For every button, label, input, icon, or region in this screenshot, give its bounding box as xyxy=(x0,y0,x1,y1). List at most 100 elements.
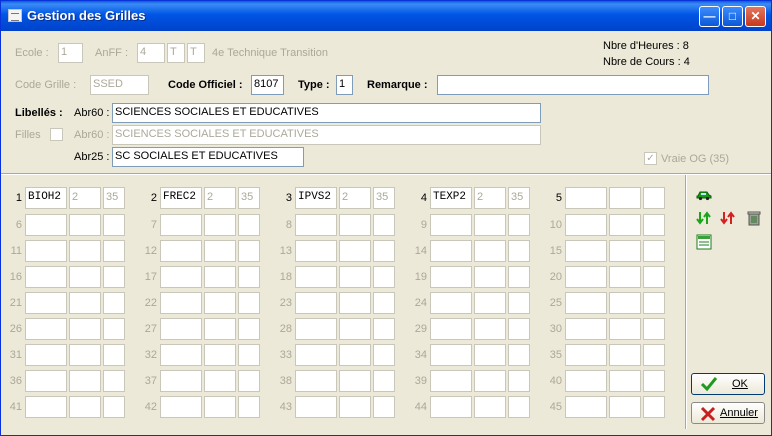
remarque-field[interactable] xyxy=(437,75,709,95)
slot-hours-field[interactable] xyxy=(339,318,371,340)
slot-period-field[interactable] xyxy=(238,292,260,314)
car-icon[interactable] xyxy=(696,186,712,202)
annuler-button[interactable]: Annuler xyxy=(691,402,765,424)
slot-code-field[interactable] xyxy=(430,266,472,288)
slot-code-field[interactable] xyxy=(25,344,67,366)
slot-period-field[interactable] xyxy=(643,240,665,262)
slot-hours-field[interactable]: 2 xyxy=(474,187,506,209)
slot-period-field[interactable] xyxy=(508,240,530,262)
slot-hours-field[interactable] xyxy=(204,318,236,340)
slot-period-field[interactable] xyxy=(643,344,665,366)
move-down-up-icon[interactable] xyxy=(696,210,712,226)
abr25-field[interactable]: SC SOCIALES ET EDUCATIVES xyxy=(112,147,304,167)
filles-checkbox[interactable] xyxy=(50,128,63,141)
title-bar[interactable]: Gestion des Grilles — □ ✕ xyxy=(1,1,771,31)
slot-hours-field[interactable] xyxy=(609,266,641,288)
slot-hours-field[interactable] xyxy=(339,214,371,236)
slot-period-field[interactable] xyxy=(508,266,530,288)
abr60-field[interactable]: SCIENCES SOCIALES ET EDUCATIVES xyxy=(112,103,541,123)
slot-code-field[interactable] xyxy=(295,266,337,288)
slot-hours-field[interactable] xyxy=(474,344,506,366)
slot-code-field[interactable]: FREC2 xyxy=(160,187,202,209)
slot-hours-field[interactable]: 2 xyxy=(204,187,236,209)
slot-code-field[interactable] xyxy=(565,344,607,366)
slot-code-field[interactable] xyxy=(160,266,202,288)
slot-code-field[interactable] xyxy=(430,396,472,418)
type-field[interactable]: 1 xyxy=(336,75,353,95)
slot-period-field[interactable] xyxy=(508,396,530,418)
slot-hours-field[interactable] xyxy=(609,396,641,418)
vraie-og-checkbox[interactable]: ✓ xyxy=(644,152,657,165)
slot-period-field[interactable] xyxy=(103,370,125,392)
slot-code-field[interactable] xyxy=(295,396,337,418)
slot-period-field[interactable] xyxy=(373,214,395,236)
slot-hours-field[interactable] xyxy=(474,370,506,392)
slot-period-field[interactable]: 35 xyxy=(508,187,530,209)
slot-hours-field[interactable] xyxy=(69,292,101,314)
slot-period-field[interactable] xyxy=(373,266,395,288)
slot-period-field[interactable] xyxy=(103,266,125,288)
slot-hours-field[interactable] xyxy=(609,214,641,236)
slot-period-field[interactable] xyxy=(373,318,395,340)
slot-hours-field[interactable] xyxy=(609,187,641,209)
slot-code-field[interactable] xyxy=(565,292,607,314)
slot-code-field[interactable] xyxy=(430,292,472,314)
anff-t1-field[interactable]: T xyxy=(167,43,185,63)
slot-hours-field[interactable] xyxy=(69,214,101,236)
slot-code-field[interactable] xyxy=(160,318,202,340)
slot-period-field[interactable] xyxy=(643,396,665,418)
minimize-button[interactable]: — xyxy=(699,6,720,27)
slot-period-field[interactable] xyxy=(238,318,260,340)
slot-code-field[interactable] xyxy=(160,396,202,418)
slot-period-field[interactable] xyxy=(103,292,125,314)
slot-code-field[interactable] xyxy=(25,396,67,418)
slot-period-field[interactable] xyxy=(103,318,125,340)
slot-period-field[interactable]: 35 xyxy=(238,187,260,209)
slot-period-field[interactable] xyxy=(373,344,395,366)
slot-hours-field[interactable] xyxy=(474,292,506,314)
slot-period-field[interactable] xyxy=(373,240,395,262)
anff-t2-field[interactable]: T xyxy=(187,43,205,63)
slot-hours-field[interactable] xyxy=(69,396,101,418)
slot-period-field[interactable] xyxy=(373,396,395,418)
slot-period-field[interactable] xyxy=(238,370,260,392)
code-grille-field[interactable]: SSED xyxy=(90,75,149,95)
slot-code-field[interactable] xyxy=(295,214,337,236)
slot-hours-field[interactable] xyxy=(339,240,371,262)
slot-hours-field[interactable] xyxy=(474,240,506,262)
slot-hours-field[interactable] xyxy=(339,396,371,418)
recycle-bin-icon[interactable] xyxy=(746,210,762,226)
slot-code-field[interactable] xyxy=(295,292,337,314)
slot-code-field[interactable] xyxy=(160,370,202,392)
slot-code-field[interactable] xyxy=(565,396,607,418)
slot-hours-field[interactable]: 2 xyxy=(339,187,371,209)
slot-period-field[interactable] xyxy=(508,344,530,366)
slot-hours-field[interactable] xyxy=(339,292,371,314)
slot-period-field[interactable] xyxy=(238,266,260,288)
slot-code-field[interactable] xyxy=(565,370,607,392)
slot-period-field[interactable] xyxy=(103,240,125,262)
slot-period-field[interactable] xyxy=(643,318,665,340)
ecole-field[interactable]: 1 xyxy=(58,43,83,63)
slot-code-field[interactable] xyxy=(160,240,202,262)
slot-code-field[interactable] xyxy=(430,370,472,392)
slot-period-field[interactable] xyxy=(373,292,395,314)
slot-hours-field[interactable] xyxy=(204,292,236,314)
slot-code-field[interactable] xyxy=(565,266,607,288)
slot-code-field[interactable] xyxy=(430,344,472,366)
slot-period-field[interactable] xyxy=(643,292,665,314)
slot-hours-field[interactable] xyxy=(69,266,101,288)
close-button[interactable]: ✕ xyxy=(745,6,766,27)
slot-period-field[interactable] xyxy=(103,344,125,366)
slot-code-field[interactable] xyxy=(565,187,607,209)
anff-field[interactable]: 4 xyxy=(137,43,165,63)
abr60-filles-field[interactable]: SCIENCES SOCIALES ET EDUCATIVES xyxy=(112,125,541,145)
slot-hours-field[interactable] xyxy=(609,370,641,392)
slot-hours-field[interactable] xyxy=(204,214,236,236)
slot-period-field[interactable] xyxy=(643,187,665,209)
list-icon[interactable] xyxy=(696,234,712,250)
slot-hours-field[interactable] xyxy=(609,240,641,262)
slot-hours-field[interactable] xyxy=(204,396,236,418)
slot-period-field[interactable] xyxy=(643,214,665,236)
slot-code-field[interactable] xyxy=(160,292,202,314)
